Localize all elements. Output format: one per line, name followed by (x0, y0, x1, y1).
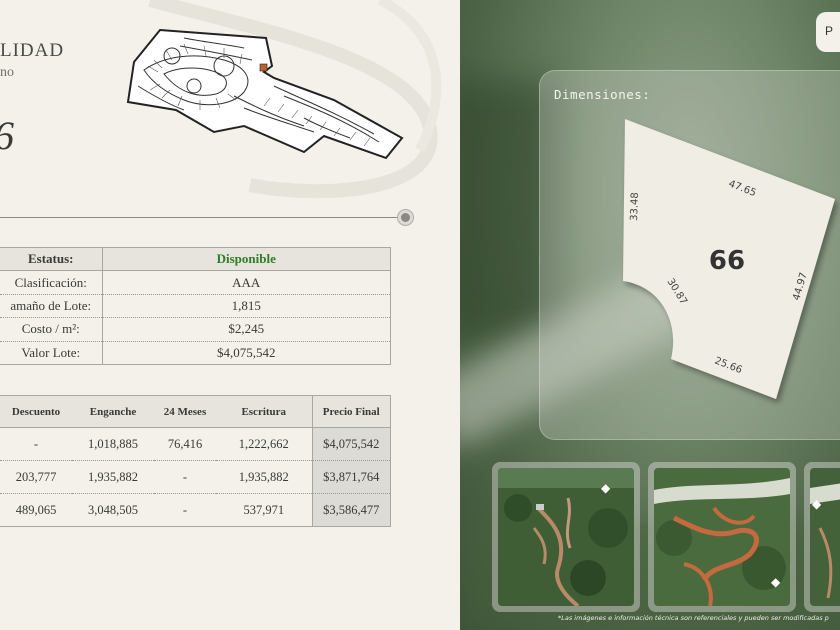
table-row: Estatus: Disponible (0, 246, 391, 272)
table-row: 489,065 3,048,505 - 537,971 $3,586,477 (0, 493, 391, 527)
table-cell: 3,048,505 (72, 493, 154, 527)
photo-gallery: ◆ ◆ ◆ (492, 462, 840, 612)
column-header: Precio Final (311, 395, 391, 428)
aerial-photo: ◆ (498, 468, 634, 606)
aerial-photo: ◆ (654, 468, 790, 606)
table-cell: 537,971 (216, 493, 312, 527)
final-price-cell: $4,075,542 (311, 427, 391, 461)
table-row: Costo / m²: $2,245 (0, 317, 391, 342)
fullscreen-button-label: P (825, 24, 834, 38)
development-subtitle: no (0, 65, 14, 80)
fullscreen-button[interactable]: P (816, 12, 840, 52)
status-label: Estatus: (0, 246, 103, 272)
lot-visual-panel: P Dimensiones: 66 47.65 33.48 30.87 44.9… (460, 0, 840, 630)
cost-per-m2-label: Costo / m²: (0, 317, 103, 342)
table-cell: - (154, 493, 216, 527)
cost-per-m2-value: $2,245 (102, 317, 391, 342)
aerial-photo: ◆ (810, 468, 840, 606)
lot-value-value: $4,075,542 (102, 341, 391, 365)
table-cell: - (154, 460, 216, 494)
lot-number-label: 66 (709, 246, 745, 276)
lot-size-label: amaño de Lote: (0, 294, 103, 319)
payment-plans-table: Descuento Enganche 24 Meses Escritura Pr… (0, 395, 391, 527)
dimensions-card: Dimensiones: 66 47.65 33.48 30.87 44.97 … (539, 70, 840, 440)
classification-label: Clasificación: (0, 270, 103, 295)
timeline-slider-track[interactable] (0, 217, 404, 218)
column-header: Descuento (0, 395, 72, 428)
lot-number-heading: 6 (0, 116, 14, 156)
view-360-icon: ◆ (601, 481, 611, 495)
column-header: 24 Meses (154, 395, 216, 428)
table-cell: - (0, 427, 72, 461)
table-cell: 1,222,662 (216, 427, 312, 461)
gallery-thumbnail[interactable]: ◆ (804, 462, 840, 612)
final-price-cell: $3,586,477 (311, 493, 391, 527)
view-360-icon: ◆ (812, 497, 822, 511)
status-badge: Disponible (102, 246, 391, 272)
table-cell: 1,935,882 (72, 460, 154, 494)
table-row: Clasificación: AAA (0, 270, 391, 295)
table-row: amaño de Lote: 1,815 (0, 294, 391, 319)
gallery-thumbnail[interactable]: ◆ (492, 462, 640, 612)
column-header: Escritura (216, 395, 312, 428)
table-row: 203,777 1,935,882 - 1,935,882 $3,871,764 (0, 460, 391, 494)
table-row: - 1,018,885 76,416 1,222,662 $4,075,542 (0, 427, 391, 461)
side-length-label: 33.48 (629, 192, 641, 221)
disclaimer-text: *Las imágenes e información técnica son … (558, 614, 829, 622)
lot-info-panel: LIDAD no 6 Estatus: Dispon (0, 0, 460, 630)
lot-size-value: 1,815 (102, 294, 391, 319)
lot-value-label: Valor Lote: (0, 341, 103, 365)
gallery-thumbnail[interactable]: ◆ (648, 462, 796, 612)
table-cell: 489,065 (0, 493, 72, 527)
view-360-icon: ◆ (771, 575, 781, 589)
table-cell: 1,018,885 (72, 427, 154, 461)
table-cell: 76,416 (154, 427, 216, 461)
lot-shape-diagram: 66 47.65 33.48 30.87 44.97 25.66 (623, 119, 835, 399)
column-header: Enganche (72, 395, 154, 428)
development-title: LIDAD (0, 40, 65, 61)
classification-value: AAA (102, 270, 391, 295)
table-cell: 203,777 (0, 460, 72, 494)
table-cell: 1,935,882 (216, 460, 312, 494)
table-header-row: Descuento Enganche 24 Meses Escritura Pr… (0, 395, 391, 428)
lot-info-table: Estatus: Disponible Clasificación: AAA a… (0, 246, 391, 365)
timeline-slider-handle[interactable] (397, 209, 414, 226)
masterplan-minimap[interactable] (124, 26, 404, 160)
final-price-cell: $3,871,764 (311, 460, 391, 494)
table-row: Valor Lote: $4,075,542 (0, 341, 391, 365)
